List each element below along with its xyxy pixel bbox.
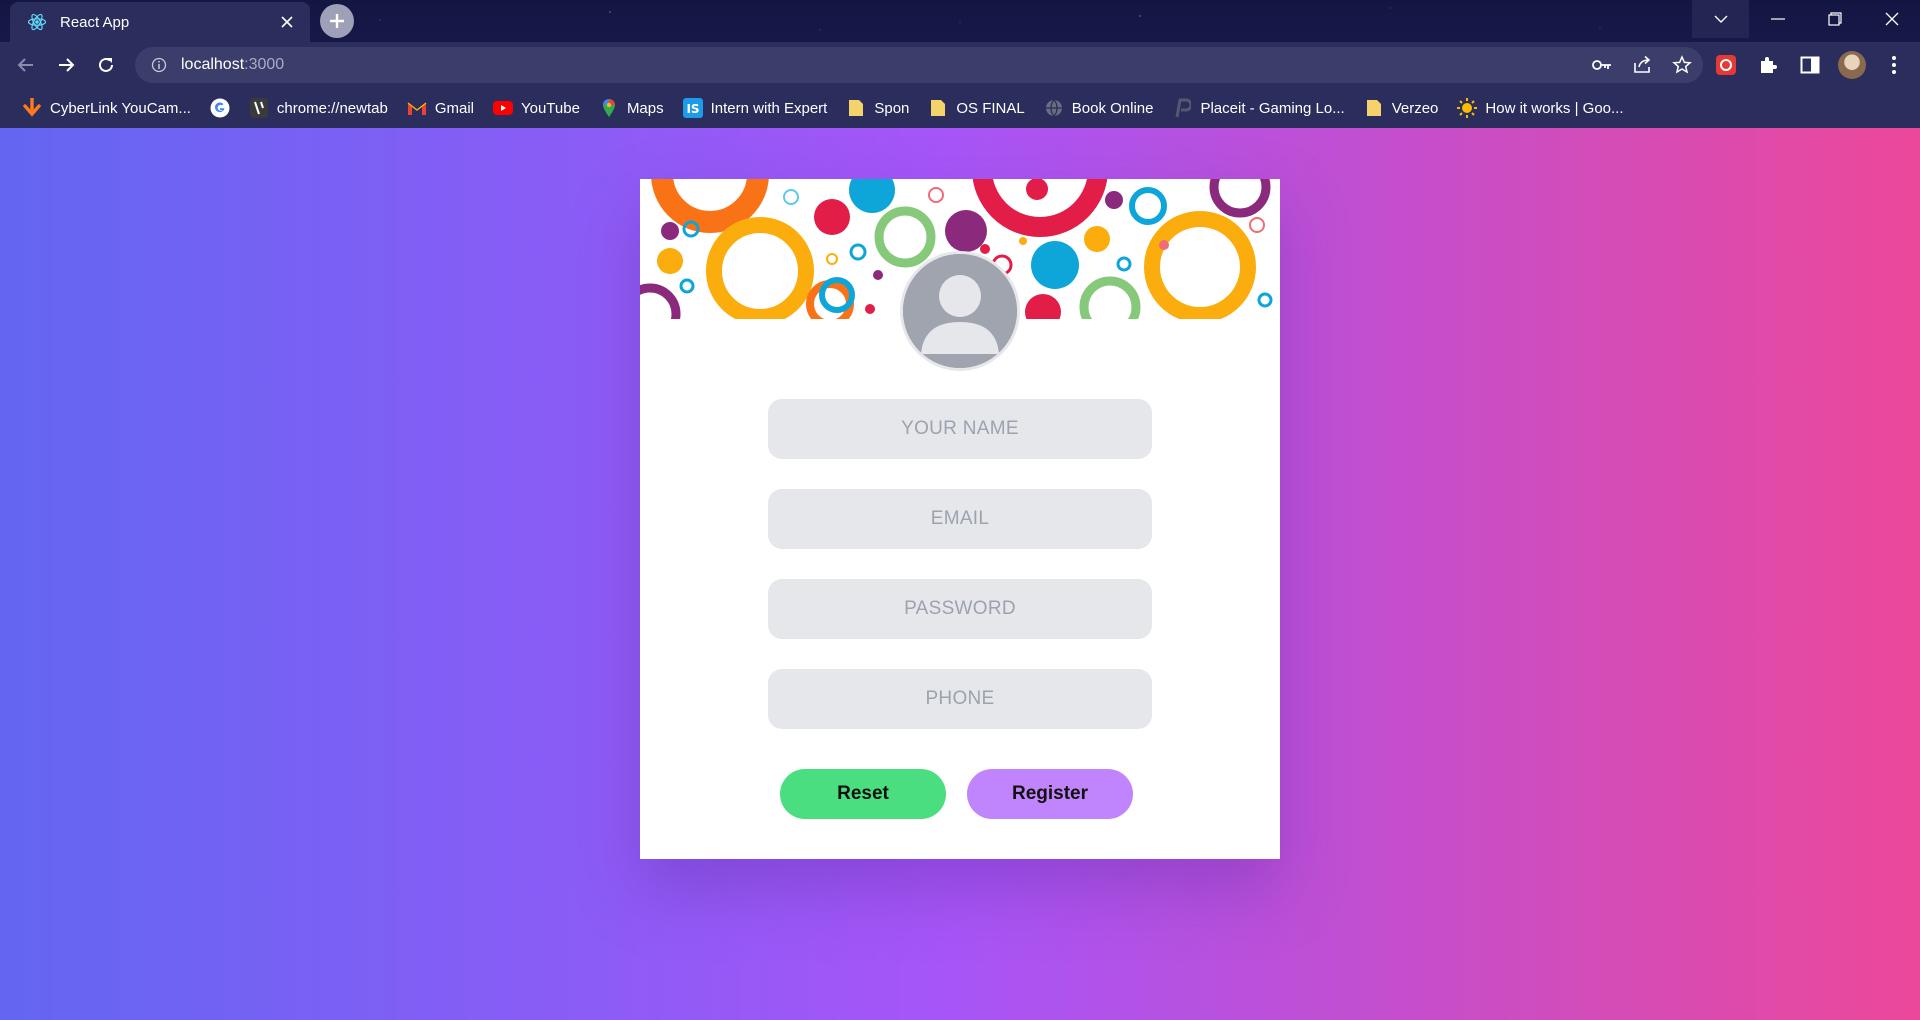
google-icon: [210, 98, 230, 118]
bookmark-os-final[interactable]: OS FINAL: [920, 92, 1032, 124]
url-port: :3000: [244, 56, 285, 73]
folder-icon: [928, 98, 948, 118]
toolbar-right: [1710, 45, 1910, 85]
key-icon[interactable]: [1591, 54, 1613, 76]
avatar[interactable]: [900, 251, 1020, 371]
minimize-icon[interactable]: [1749, 0, 1806, 38]
register-button[interactable]: Register: [967, 769, 1133, 819]
share-icon[interactable]: [1631, 54, 1653, 76]
youtube-icon: [492, 98, 513, 118]
bookmark-label: chrome://newtab: [276, 99, 388, 117]
browser-chrome: React App localhost:3000 CyberLink YouC…: [0, 0, 1920, 128]
close-icon[interactable]: [276, 11, 298, 33]
bookmark-label: Placeit - Gaming Lo...: [1200, 99, 1345, 117]
tab-search-chevron-icon[interactable]: [1692, 0, 1749, 38]
window-controls: [1692, 0, 1920, 38]
restore-icon[interactable]: [1806, 0, 1863, 38]
bookmark-intern[interactable]: IS Intern with Expert: [675, 92, 836, 124]
bookmark-verzeo[interactable]: Verzeo: [1356, 92, 1447, 124]
star-icon[interactable]: [1671, 54, 1693, 76]
email-field[interactable]: [768, 489, 1152, 549]
bookmark-label: OS FINAL: [956, 99, 1025, 117]
bookmark-label: Book Online: [1071, 99, 1154, 117]
globe-icon: [1044, 98, 1064, 118]
page-background: Reset Register: [0, 128, 1920, 1020]
user-silhouette-icon: [903, 254, 1017, 368]
address-bar[interactable]: localhost:3000: [135, 47, 1703, 83]
bookmark-label: Maps: [626, 99, 664, 117]
kebab-menu-icon[interactable]: [1878, 49, 1910, 81]
info-icon[interactable]: [149, 55, 169, 75]
tab-strip: React App: [0, 0, 1920, 42]
reload-icon[interactable]: [86, 45, 126, 85]
bookmark-book-online[interactable]: Book Online: [1036, 92, 1162, 124]
forward-arrow-icon[interactable]: [46, 45, 86, 85]
placeit-icon: [1172, 98, 1192, 118]
bookmarks-bar: CyberLink YouCam... chrome://newtab Gmai…: [0, 88, 1920, 128]
folder-icon: [846, 98, 866, 118]
bookmark-label: Verzeo: [1391, 99, 1439, 117]
new-tab-button[interactable]: [320, 4, 354, 38]
bookmark-label: Intern with Expert: [710, 99, 828, 117]
reset-button[interactable]: Reset: [780, 769, 946, 819]
sun-icon: [1457, 98, 1478, 118]
puzzle-icon[interactable]: [1752, 49, 1784, 81]
profile-avatar[interactable]: [1836, 49, 1868, 81]
maps-pin-icon: [599, 98, 619, 118]
close-window-icon[interactable]: [1863, 0, 1920, 38]
bookmark-label: Spon: [874, 99, 910, 117]
name-field[interactable]: [768, 399, 1152, 459]
tab-title: React App: [60, 13, 130, 31]
folder-icon: [1364, 98, 1384, 118]
phone-field[interactable]: [768, 669, 1152, 729]
react-icon: [26, 11, 48, 33]
bookmark-placeit[interactable]: Placeit - Gaming Lo...: [1164, 92, 1352, 124]
bookmark-youtube[interactable]: YouTube: [485, 92, 588, 124]
address-bar-actions: [1591, 47, 1693, 83]
download-arrow-icon: [22, 98, 42, 118]
browser-toolbar: localhost:3000: [0, 42, 1920, 88]
bookmark-spon[interactable]: Spon: [838, 92, 917, 124]
url-host: localhost: [181, 56, 245, 73]
newtab-icon: [249, 98, 269, 118]
register-card: Reset Register: [640, 179, 1280, 859]
back-arrow-icon[interactable]: [6, 45, 46, 85]
bookmark-gmail[interactable]: Gmail: [399, 92, 482, 124]
bookmark-maps[interactable]: Maps: [591, 92, 672, 124]
password-field[interactable]: [768, 579, 1152, 639]
bookmark-newtab[interactable]: chrome://newtab: [241, 92, 396, 124]
bookmark-label: CyberLink YouCam...: [50, 99, 191, 117]
gmail-icon: [407, 98, 427, 118]
side-panel-icon[interactable]: [1794, 49, 1826, 81]
svg-text:IS: IS: [686, 102, 699, 116]
bookmark-label: Gmail: [434, 99, 474, 117]
bookmark-how-it-works[interactable]: How it works | Goo...: [1449, 92, 1631, 124]
bookmark-label: How it works | Goo...: [1485, 99, 1624, 117]
is-logo-icon: IS: [682, 98, 703, 118]
bookmark-label: YouTube: [520, 99, 580, 117]
tab-react-app[interactable]: React App: [10, 2, 310, 42]
extension-red-icon[interactable]: [1710, 49, 1742, 81]
bookmark-cyberlink[interactable]: CyberLink YouCam...: [14, 92, 199, 124]
bookmark-google[interactable]: [202, 92, 238, 124]
